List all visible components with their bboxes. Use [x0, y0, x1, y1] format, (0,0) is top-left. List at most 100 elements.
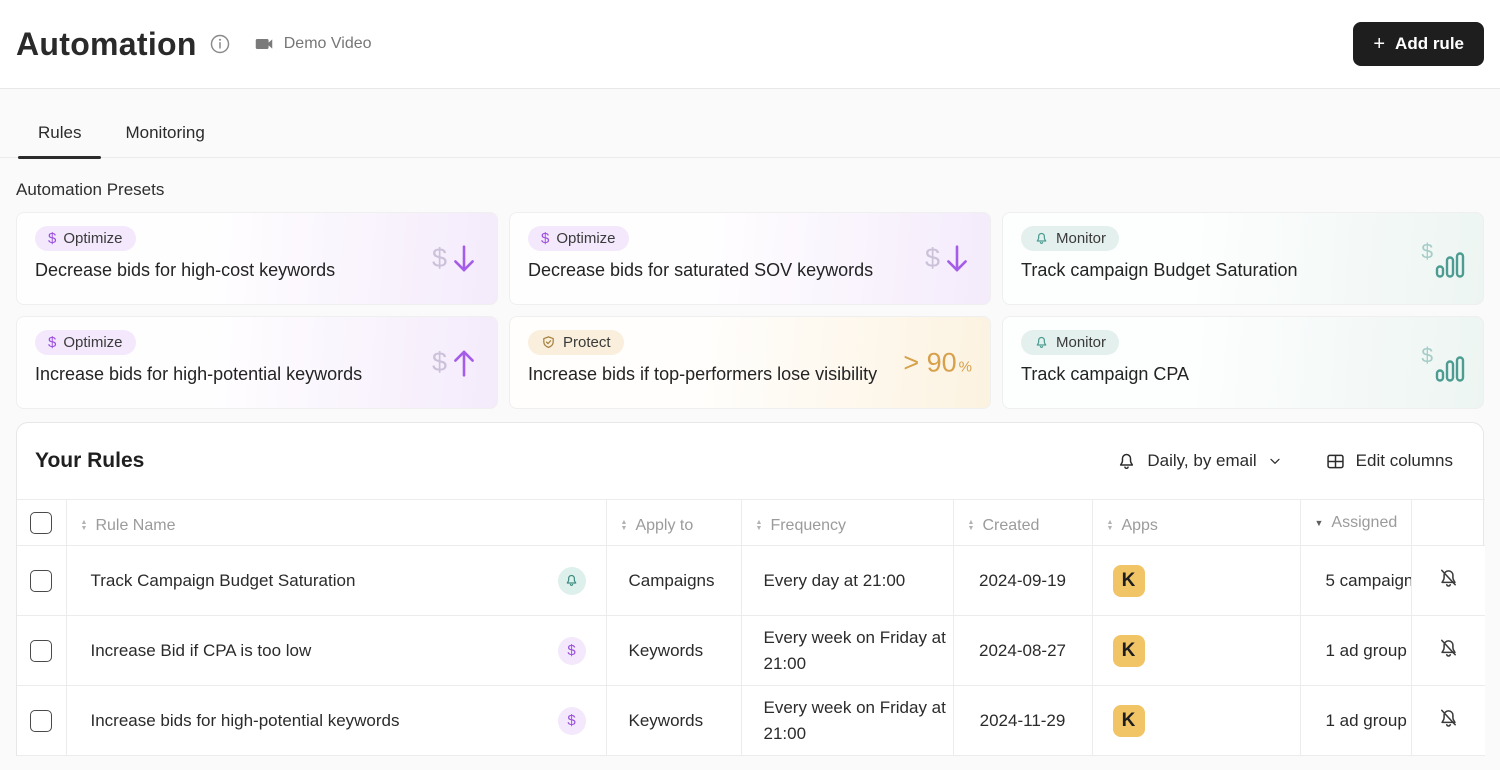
select-all-checkbox[interactable] — [30, 511, 53, 534]
row-checkbox[interactable] — [30, 639, 53, 662]
bell-icon — [1034, 231, 1049, 246]
optimize-badge: $ Optimize — [35, 330, 136, 355]
column-header-apply-to[interactable]: ▲ ▼ Apply to — [606, 499, 742, 546]
apply-to-cell: Keywords — [606, 685, 742, 756]
dollar-icon: $ — [48, 230, 57, 247]
bell-off-icon[interactable] — [1437, 567, 1460, 590]
tab-monitoring[interactable]: Monitoring — [103, 109, 226, 157]
column-label: Rule Name — [95, 516, 176, 534]
app-icon-k: K — [1112, 564, 1145, 597]
sort-icon[interactable]: ▲ ▼ — [621, 519, 628, 532]
preset-card-decrease-high-cost[interactable]: $ Optimize Decrease bids for high-cost k… — [16, 212, 498, 305]
monitor-badge: Monitor — [1021, 330, 1120, 355]
preset-title: Track campaign Budget Saturation — [1021, 260, 1298, 280]
demo-video-label: Demo Video — [283, 35, 372, 52]
bell-off-icon[interactable] — [1437, 637, 1460, 660]
preset-card-budget-saturation[interactable]: Monitor Track campaign Budget Saturation… — [1002, 212, 1484, 305]
sort-icon[interactable]: ▲ ▼ — [756, 519, 763, 532]
row-checkbox[interactable] — [30, 709, 53, 732]
shield-check-icon — [541, 335, 556, 350]
column-label: Frequency — [770, 516, 847, 534]
dollar-icon: $ — [557, 706, 586, 735]
assigned-cell: 1 ad group — [1300, 615, 1412, 686]
threshold-value: > 90 — [903, 347, 957, 377]
column-header-assigned[interactable]: ▼ Assigned — [1300, 499, 1412, 546]
sort-icon[interactable]: ▲ ▼ — [1107, 519, 1114, 532]
preset-title: Track campaign CPA — [1021, 364, 1190, 384]
assigned-cell: 1 ad group — [1300, 685, 1412, 756]
apply-to-cell: Keywords — [606, 615, 742, 686]
column-label: Assigned — [1331, 514, 1398, 531]
chevron-down-icon — [1267, 453, 1283, 469]
dollar-icon: $ — [541, 230, 550, 247]
rule-row-high-potential[interactable]: Increase bids for high-potential keyword… — [17, 685, 1485, 756]
rule-name: Increase Bid if CPA is too low — [90, 640, 312, 660]
badge-label: Monitor — [1056, 230, 1107, 247]
threshold-90-percent: > 90 % — [903, 347, 972, 378]
preset-card-decrease-sov[interactable]: $ Optimize Decrease bids for saturated S… — [509, 212, 991, 305]
preset-card-track-cpa[interactable]: Monitor Track campaign CPA $ — [1002, 316, 1484, 409]
app-icon-k: K — [1112, 634, 1145, 667]
preset-title: Decrease bids for saturated SOV keywords — [528, 260, 874, 280]
tab-rules[interactable]: Rules — [16, 109, 103, 159]
apply-to-cell: Campaigns — [606, 545, 742, 616]
ghost-dollar: $ — [431, 243, 447, 273]
column-header-frequency[interactable]: ▲ ▼ Frequency — [741, 499, 954, 546]
rules-panel-header: Your Rules Daily, by email Edit columns — [17, 423, 1483, 499]
column-label: Created — [982, 516, 1040, 534]
optimize-badge: $ Optimize — [528, 226, 629, 251]
column-label: Apply to — [635, 516, 694, 534]
row-checkbox[interactable] — [30, 569, 53, 592]
frequency-cell: Every week on Friday at 21:00 — [741, 615, 954, 686]
preset-title: Decrease bids for high-cost keywords — [35, 260, 336, 280]
sort-icon[interactable]: ▲ ▼ — [968, 519, 975, 532]
demo-video-link[interactable]: Demo Video — [253, 33, 372, 55]
add-rule-button[interactable]: + Add rule — [1353, 22, 1484, 66]
column-header-apps[interactable]: ▲ ▼ Apps — [1092, 499, 1301, 546]
content-area: Rules Monitoring Automation Presets $ Op… — [0, 88, 1500, 770]
info-icon[interactable] — [209, 33, 231, 55]
dollar-bars-icon: $ — [1421, 238, 1467, 279]
presets-section-title: Automation Presets — [16, 180, 165, 199]
rule-row-cpa-too-low[interactable]: Increase Bid if CPA is too low $ Keyword… — [17, 615, 1485, 686]
bell-off-icon[interactable] — [1437, 707, 1460, 730]
notification-frequency-value: Daily, by email — [1147, 451, 1257, 470]
ghost-dollar: $ — [924, 243, 940, 273]
ghost-dollar: $ — [1421, 344, 1433, 367]
sort-icon[interactable]: ▲ ▼ — [81, 519, 88, 532]
page-title: Automation — [16, 25, 197, 62]
created-cell: 2024-09-19 — [953, 545, 1093, 616]
preset-card-increase-high-potential[interactable]: $ Optimize Increase bids for high-potent… — [16, 316, 498, 409]
plus-icon: + — [1373, 33, 1386, 55]
rules-table: ▲ ▼ Rule Name ▲ ▼ Apply to ▲ ▼ Frequency ▲ ▼ Cre… — [17, 499, 1485, 756]
badge-label: Optimize — [556, 230, 616, 247]
edit-columns-button[interactable]: Edit columns — [1325, 451, 1453, 472]
frequency-cell: Every week on Friday at 21:00 — [741, 685, 954, 756]
table-grid-icon — [1325, 451, 1346, 472]
preset-title: Increase bids for high-potential keyword… — [35, 364, 363, 384]
tab-rules-label: Rules — [38, 123, 82, 142]
tab-bar: Rules Monitoring — [0, 109, 1500, 159]
preset-grid: $ Optimize Decrease bids for high-cost k… — [16, 212, 1484, 409]
created-cell: 2024-11-29 — [953, 685, 1093, 756]
column-header-rule-name[interactable]: ▲ ▼ Rule Name — [66, 499, 607, 546]
dollar-icon: $ — [48, 334, 57, 351]
video-camera-icon — [253, 33, 275, 55]
monitor-badge: Monitor — [1021, 226, 1120, 251]
sort-desc-icon[interactable]: ▼ — [1315, 518, 1324, 528]
preset-card-lose-visibility[interactable]: Protect Increase bids if top-performers … — [509, 316, 991, 409]
column-header-created[interactable]: ▲ ▼ Created — [953, 499, 1093, 546]
percent-sign: % — [958, 358, 972, 375]
dollar-up-icon: $ — [432, 347, 479, 379]
ghost-dollar: $ — [431, 347, 447, 377]
edit-columns-label: Edit columns — [1355, 451, 1453, 470]
table-header-row: ▲ ▼ Rule Name ▲ ▼ Apply to ▲ ▼ Frequency ▲ ▼ Cre… — [17, 499, 1485, 546]
ghost-dollar: $ — [1421, 240, 1433, 263]
created-cell: 2024-08-27 — [953, 615, 1093, 686]
app-icon-k: K — [1112, 704, 1145, 737]
monitor-bell-icon — [557, 566, 586, 595]
notification-frequency-dropdown[interactable]: Daily, by email — [1116, 451, 1282, 472]
rule-row-budget-saturation[interactable]: Track Campaign Budget Saturation Campaig… — [17, 545, 1485, 616]
optimize-badge: $ Optimize — [35, 226, 136, 251]
column-label: Apps — [1121, 516, 1158, 534]
